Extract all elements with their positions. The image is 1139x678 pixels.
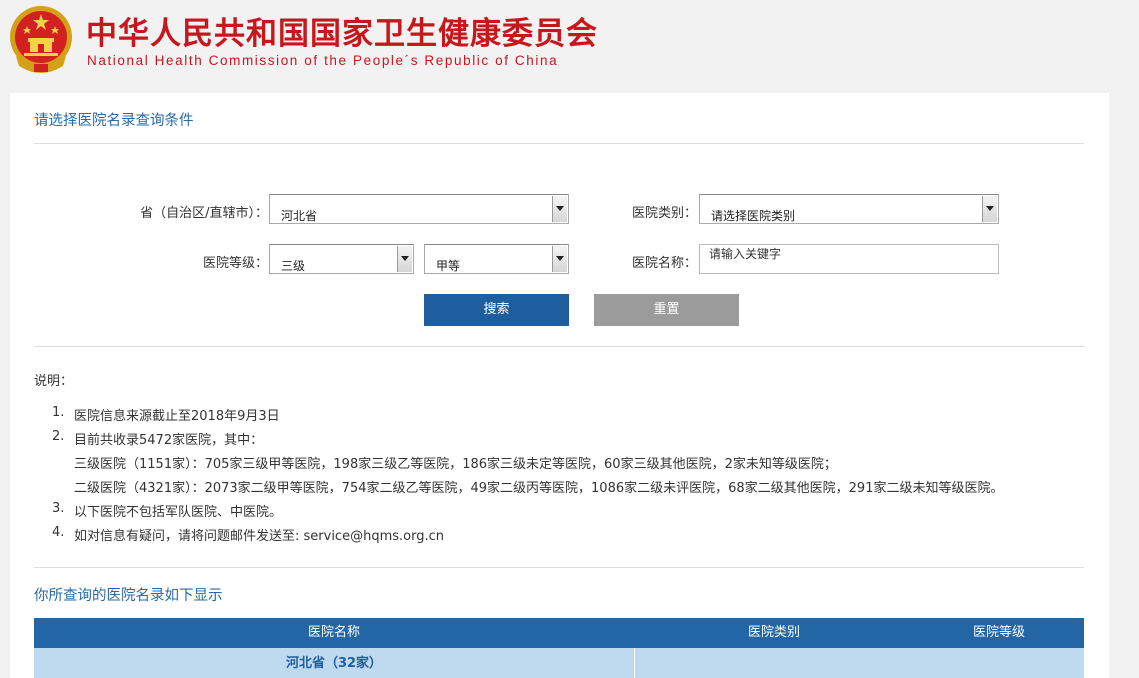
- search-button[interactable]: 搜索: [424, 294, 569, 326]
- notes-title: 说明：: [34, 374, 74, 389]
- note-item: 2. 目前共收录5472家医院，其中：: [52, 429, 263, 448]
- note-subitem: 三级医院（1151家）：705家三级甲等医院，198家三级乙等医院，186家三级…: [74, 457, 837, 472]
- search-section-title: 请选择医院名录查询条件: [34, 113, 194, 129]
- province-select-value: 河北省: [281, 209, 318, 223]
- group-level: [914, 648, 1084, 678]
- note-text: 目前共收录5472家医院，其中：: [74, 433, 264, 448]
- note-item: 1. 医院信息来源截止至2018年9月3日: [52, 405, 280, 424]
- table-header: 医院名称 医院类别 医院等级: [34, 618, 1084, 648]
- note-number: 1.: [52, 405, 65, 420]
- chevron-down-icon[interactable]: [982, 196, 997, 222]
- reset-button[interactable]: 重置: [594, 294, 739, 326]
- note-text: 如对信息有疑问，请将问题邮件发送至: service@hqms.org.cn: [74, 529, 444, 544]
- chevron-down-icon[interactable]: [552, 196, 567, 222]
- category-select-value: 请选择医院类别: [711, 209, 796, 223]
- divider: [34, 143, 1084, 144]
- category-select[interactable]: 请选择医院类别: [699, 194, 999, 224]
- chevron-down-icon[interactable]: [397, 246, 412, 272]
- site-header: 中华人民共和国国家卫生健康委员会 National Health Commiss…: [0, 0, 1139, 92]
- note-text: 医院信息来源截止至2018年9月3日: [74, 409, 280, 424]
- divider: [34, 567, 1084, 568]
- level-select-value: 三级: [281, 259, 306, 273]
- province-select[interactable]: 河北省: [269, 194, 569, 224]
- note-text: 以下医院不包括军队医院、中医院。: [74, 505, 283, 520]
- column-header-category: 医院类别: [747, 625, 800, 640]
- chevron-down-icon[interactable]: [552, 246, 567, 272]
- hospital-name-placeholder: 请输入关键字: [709, 247, 782, 261]
- national-emblem-icon: [10, 6, 72, 73]
- note-number: 2.: [52, 429, 65, 444]
- column-header-level: 医院等级: [972, 625, 1025, 640]
- note-item: 3. 以下医院不包括军队医院、中医院。: [52, 501, 282, 520]
- level-label: 医院等级：: [202, 256, 268, 271]
- column-header-name: 医院名称: [307, 625, 360, 640]
- hospital-name-label: 医院名称：: [631, 256, 697, 271]
- note-number: 3.: [52, 501, 65, 516]
- province-label: 省（自治区/直辖市）：: [140, 206, 268, 221]
- grade-select[interactable]: 甲等: [424, 244, 569, 274]
- hospital-name-input[interactable]: 请输入关键字: [699, 244, 999, 274]
- note-subitem: 二级医院（4321家）：2073家二级甲等医院，754家二级乙等医院，49家二级…: [74, 481, 1004, 496]
- group-category: [634, 648, 914, 678]
- divider: [34, 346, 1084, 347]
- results-section-title: 你所查询的医院名录如下显示: [34, 588, 223, 604]
- grade-select-value: 甲等: [436, 259, 461, 273]
- province-group-name[interactable]: 河北省（32家）: [34, 648, 634, 678]
- note-item: 4. 如对信息有疑问，请将问题邮件发送至: service@hqms.org.c…: [52, 525, 444, 544]
- site-title-en: National Health Commission of the People…: [87, 53, 559, 68]
- site-title-cn: 中华人民共和国国家卫生健康委员会: [86, 16, 598, 52]
- category-label: 医院类别：: [631, 206, 697, 221]
- level-select[interactable]: 三级: [269, 244, 414, 274]
- main-panel: 请选择医院名录查询条件 省（自治区/直辖市）： 河北省 医院类别： 请选择医院类…: [10, 93, 1109, 678]
- table-row[interactable]: 河北省（32家）: [34, 648, 1084, 678]
- note-number: 4.: [52, 525, 65, 540]
